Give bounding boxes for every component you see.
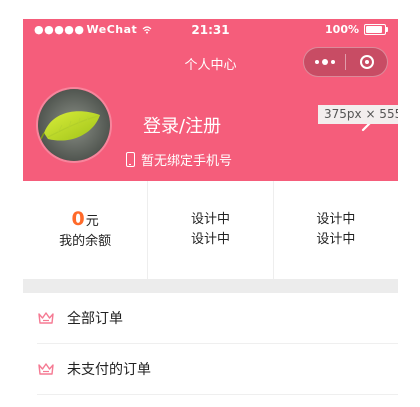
stat-cell-3-line1: 设计中 (316, 212, 356, 227)
miniprogram-capsule (303, 47, 388, 77)
stat-cell-3-line2: 设计中 (316, 232, 356, 247)
dimension-overlay: 375px × 555px (318, 105, 398, 124)
stat-cell-3[interactable]: 设计中 设计中 (272, 181, 398, 279)
battery-indicator: 100% (325, 23, 388, 36)
order-divider (37, 394, 398, 395)
avatar[interactable] (38, 89, 110, 161)
stat-cell-2-line1: 设计中 (190, 212, 230, 227)
crown-icon (38, 312, 54, 324)
balance-amount: 0 元 (72, 209, 99, 232)
profile-header: ●●●●● WeChat 21:31 100% 个人中心 登录/注册 暂无绑定手… (23, 19, 398, 181)
login-register-link[interactable]: 登录/注册 (143, 112, 221, 138)
crown-icon (38, 363, 54, 375)
phone-binding-label: 暂无绑定手机号 (141, 154, 233, 169)
phone-screen: ●●●●● WeChat 21:31 100% 个人中心 登录/注册 暂无绑定手… (23, 19, 398, 407)
order-item-unpaid[interactable]: 未支付的订单 (23, 344, 398, 394)
order-item-all[interactable]: 全部订单 (23, 293, 398, 343)
more-dots-icon (314, 59, 335, 65)
stat-cell-2-line2: 设计中 (190, 232, 230, 247)
close-target-icon (359, 55, 374, 69)
balance-label: 我的余额 (59, 233, 112, 249)
order-item-label: 全部订单 (67, 311, 123, 327)
stat-cell-2[interactable]: 设计中 设计中 (147, 181, 272, 279)
section-separator (23, 279, 398, 293)
order-list: 全部订单 未支付的订单 (23, 293, 398, 407)
order-item-label: 未支付的订单 (67, 362, 151, 378)
battery-icon (364, 24, 388, 35)
status-bar: ●●●●● WeChat 21:31 100% (23, 19, 398, 41)
phone-binding-status[interactable]: 暂无绑定手机号 (126, 150, 232, 169)
stats-row: 0 元 我的余额 设计中 设计中 设计中 设计中 (23, 181, 398, 279)
balance-unit: 元 (85, 213, 99, 229)
balance-number: 0 (71, 207, 85, 230)
close-miniprogram-button[interactable] (346, 48, 387, 76)
mobile-phone-icon (126, 152, 135, 167)
balance-cell[interactable]: 0 元 我的余额 (23, 181, 147, 279)
leaf-avatar-image (38, 89, 110, 161)
battery-percent: 100% (325, 23, 359, 36)
more-button[interactable] (304, 48, 345, 76)
